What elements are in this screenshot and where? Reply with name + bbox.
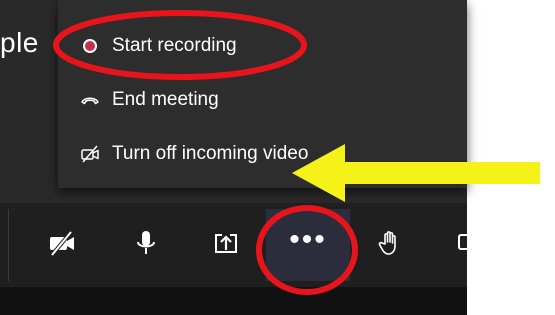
meeting-title: ple [0,27,39,58]
hang-up-icon [80,90,100,110]
more-actions-menu: Start recording End meeting Turn off inc… [58,0,467,188]
microphone-button[interactable] [118,209,174,281]
camera-off-icon [47,228,77,263]
video-off-icon [80,144,100,164]
microphone-icon [131,228,161,263]
share-tray-icon [211,228,241,263]
menu-item-label: End meeting [112,89,219,110]
chat-button[interactable] [445,209,467,281]
menu-item-start-recording[interactable]: Start recording [58,24,467,68]
menu-item-label: Start recording [112,35,237,56]
menu-item-end-meeting[interactable]: End meeting [58,78,467,122]
menu-item-turn-off-incoming-video[interactable]: Turn off incoming video [58,132,467,176]
chat-icon [445,228,467,263]
raise-hand-icon [375,228,405,263]
bottom-bar [0,287,467,315]
camera-toggle-button[interactable] [34,209,90,281]
meeting-controls-toolbar: ••• [0,203,467,287]
more-icon: ••• [289,223,327,256]
menu-item-label: Turn off incoming video [112,143,309,164]
record-icon [83,39,97,53]
more-actions-button[interactable]: ••• [266,209,350,281]
toolbar-divider [8,209,9,281]
teams-meeting-window: ple Start recording End meeting Turn off… [0,0,467,315]
raise-hand-button[interactable] [362,209,418,281]
share-tray-button[interactable] [198,209,254,281]
